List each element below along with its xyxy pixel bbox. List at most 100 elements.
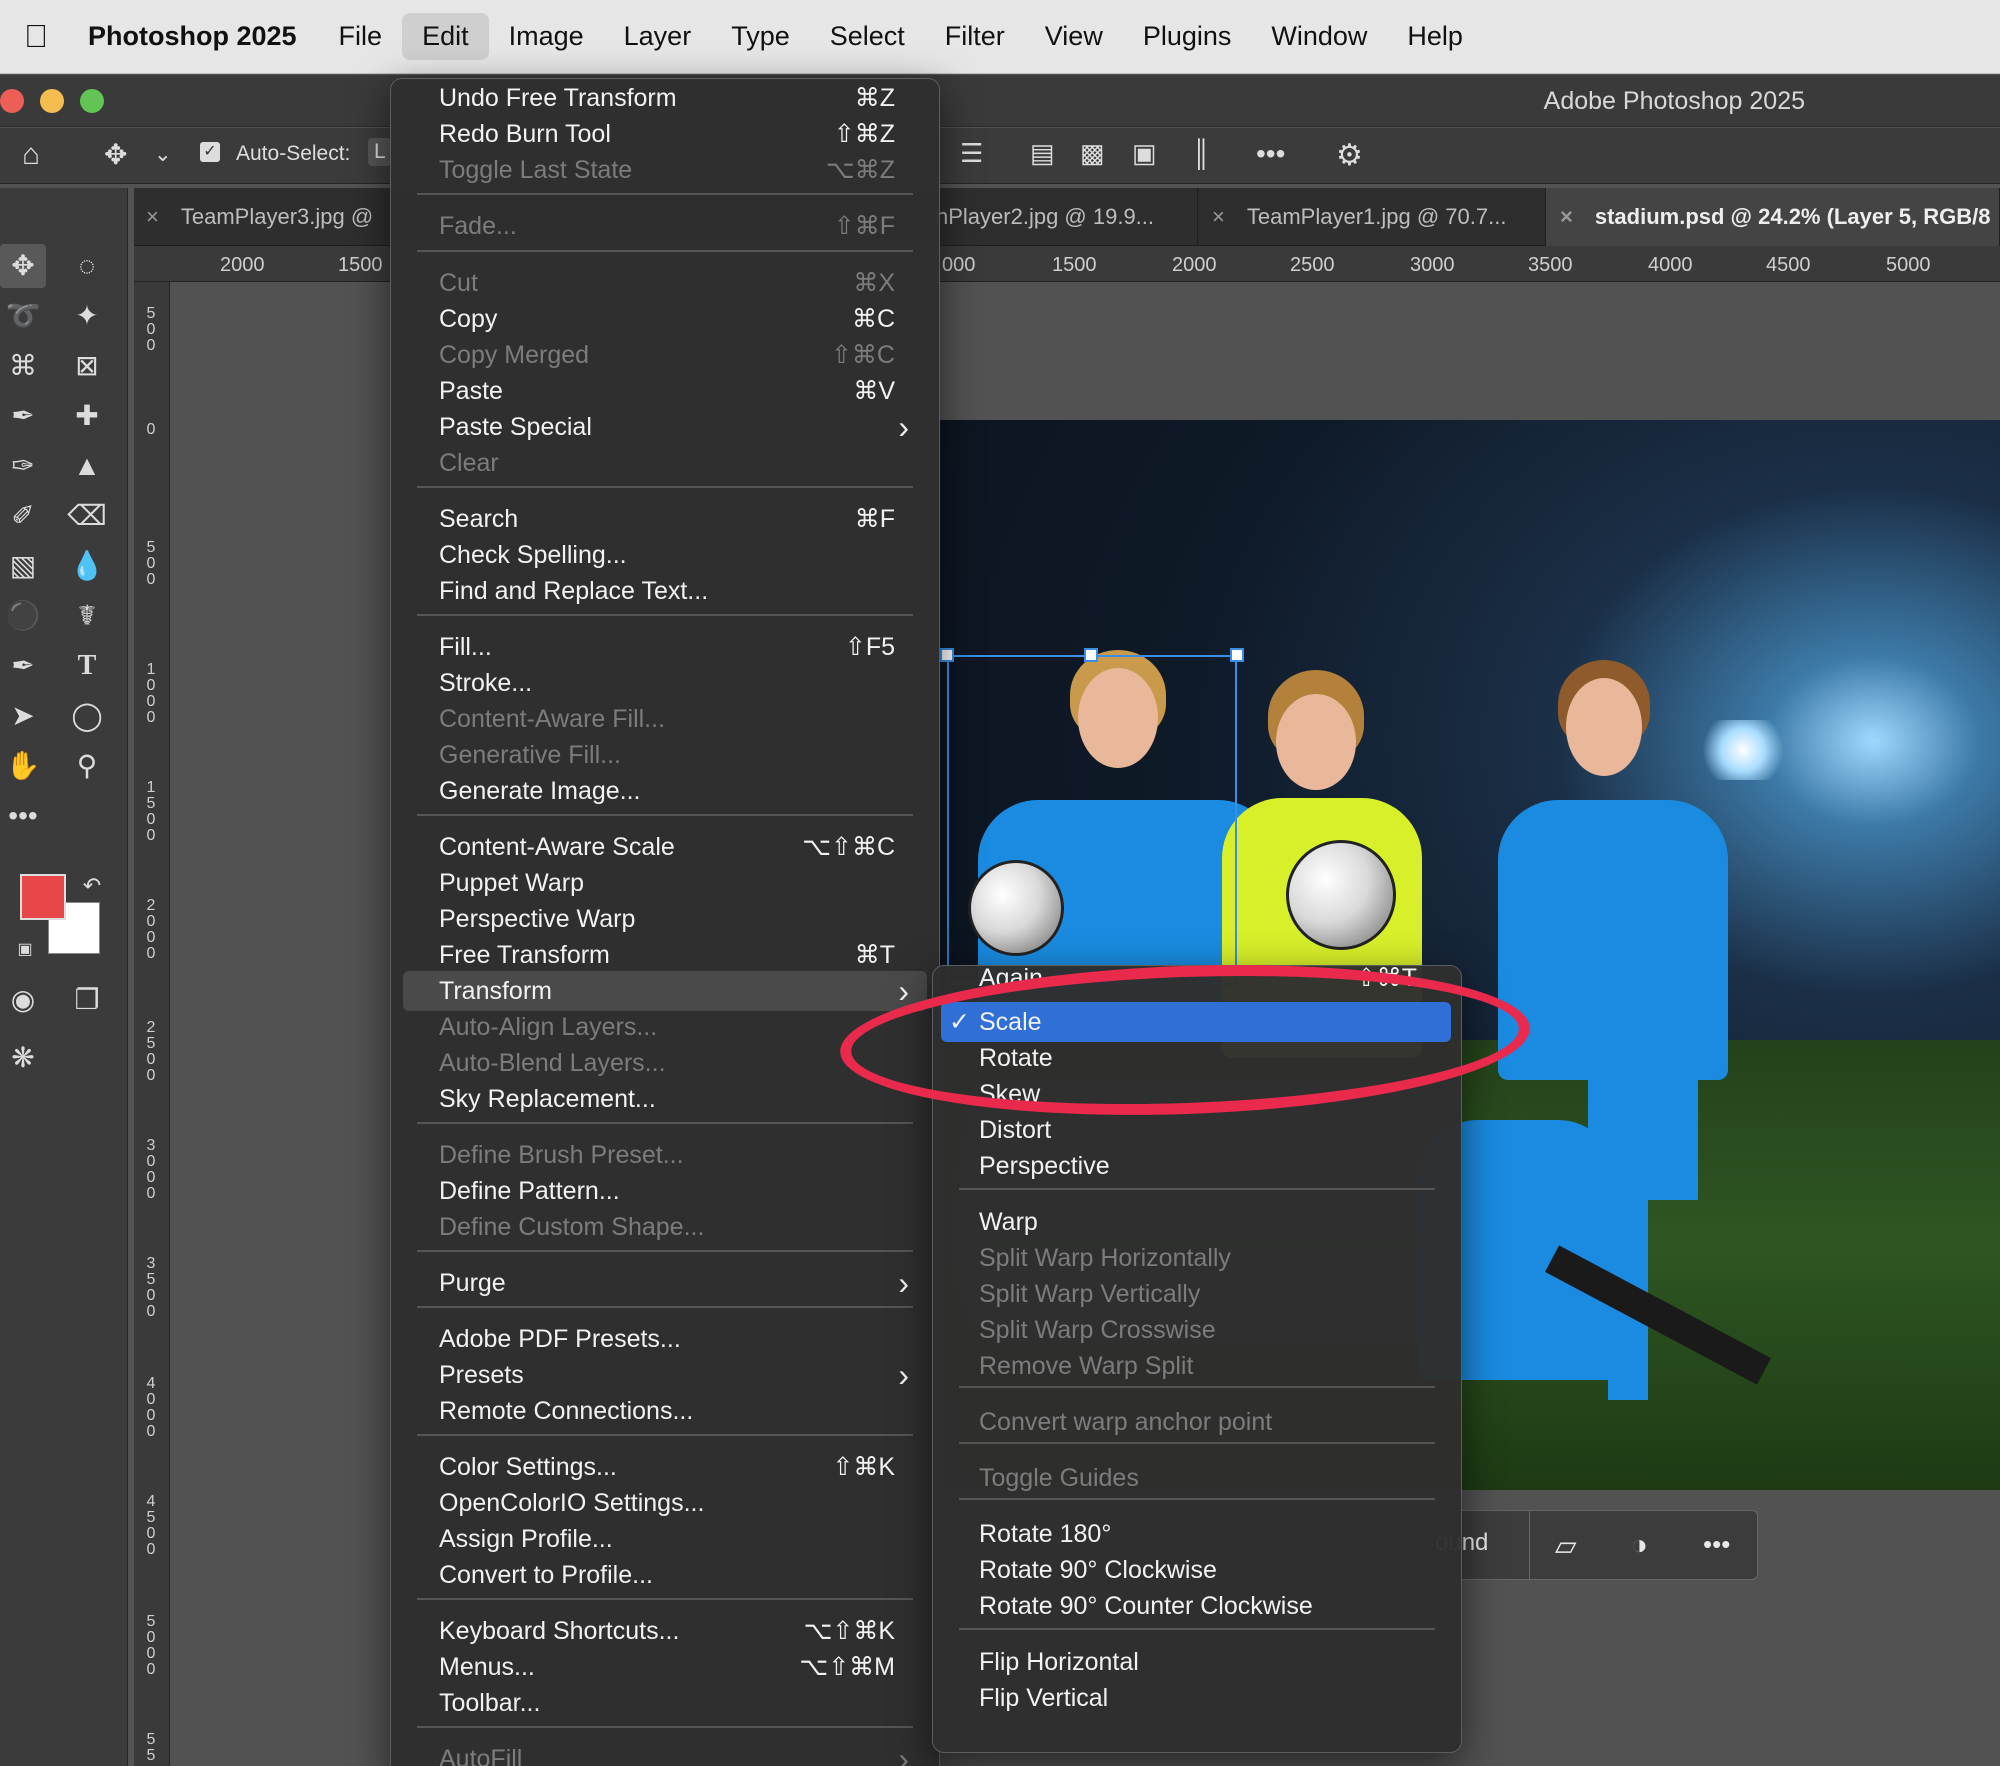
- transform-handle[interactable]: [1230, 648, 1244, 662]
- close-icon[interactable]: ×: [1560, 204, 1573, 229]
- marquee-tool-icon[interactable]: ◌: [64, 244, 110, 288]
- pen-tool-icon[interactable]: ✒: [0, 644, 46, 688]
- align-vcenter-icon[interactable]: ▩: [1080, 138, 1105, 169]
- auto-select-checkbox[interactable]: ✓: [200, 142, 220, 162]
- tab-teamplayer2[interactable]: nPlayer2.jpg @ 19.9...: [936, 188, 1198, 246]
- menu-item-keyboard-shortcuts[interactable]: Keyboard Shortcuts... ⌥⇧⌘K: [391, 1613, 939, 1649]
- app-menu-photoshop[interactable]: Photoshop 2025: [88, 21, 297, 52]
- menu-item-define-pattern[interactable]: Define Pattern...: [391, 1173, 939, 1209]
- menu-item-presets[interactable]: Presets ›: [391, 1357, 939, 1393]
- default-colors-icon[interactable]: ▣: [8, 928, 42, 972]
- tab-stadium[interactable]: × stadium.psd @ 24.2% (Layer 5, RGB/8: [1546, 188, 2000, 246]
- auto-select-dropdown[interactable]: L: [368, 138, 392, 166]
- menu-item-paste[interactable]: Paste ⌘V: [391, 373, 939, 409]
- menu-image[interactable]: Image: [489, 13, 604, 60]
- tab-teamplayer3[interactable]: × TeamPlayer3.jpg @: [134, 188, 394, 246]
- menu-item-generate-image[interactable]: Generate Image...: [391, 773, 939, 809]
- menu-help[interactable]: Help: [1387, 13, 1483, 60]
- frame-tool-icon[interactable]: ⊠: [64, 344, 110, 388]
- menu-item-fill[interactable]: Fill... ⇧F5: [391, 629, 939, 665]
- hand-tool-icon[interactable]: ✋: [0, 744, 46, 788]
- type-tool-icon[interactable]: T: [64, 644, 110, 688]
- quick-mask-icon[interactable]: ◉: [0, 978, 46, 1022]
- transform-bounding-box[interactable]: [947, 655, 1237, 985]
- menu-item-find-and-replace-text[interactable]: Find and Replace Text...: [391, 573, 939, 609]
- menu-item-sky-replacement[interactable]: Sky Replacement...: [391, 1081, 939, 1117]
- submenu-item-rotate-180[interactable]: Rotate 180°: [933, 1516, 1461, 1552]
- menu-item-menus[interactable]: Menus... ⌥⇧⌘M: [391, 1649, 939, 1685]
- zoom-tool-icon[interactable]: ⚲: [64, 744, 110, 788]
- menu-item-opencolorio-settings[interactable]: OpenColorIO Settings...: [391, 1485, 939, 1521]
- adjustment-icon[interactable]: ◑: [1631, 1529, 1648, 1561]
- distribute-icon[interactable]: ║: [1192, 138, 1210, 169]
- menu-type[interactable]: Type: [711, 13, 810, 60]
- menu-item-transform[interactable]: Transform ›: [391, 973, 939, 1009]
- menu-item-remote-connections[interactable]: Remote Connections...: [391, 1393, 939, 1429]
- submenu-item-warp[interactable]: Warp: [933, 1204, 1461, 1240]
- menu-item-color-settings[interactable]: Color Settings... ⇧⌘K: [391, 1449, 939, 1485]
- submenu-item-rotate-90-clockwise[interactable]: Rotate 90° Clockwise: [933, 1552, 1461, 1588]
- menu-item-copy[interactable]: Copy ⌘C: [391, 301, 939, 337]
- menu-item-stroke[interactable]: Stroke...: [391, 665, 939, 701]
- menu-item-check-spelling[interactable]: Check Spelling...: [391, 537, 939, 573]
- gear-icon[interactable]: ⚙: [1336, 138, 1363, 173]
- align-top-icon[interactable]: ▤: [1030, 138, 1055, 169]
- swap-colors-icon[interactable]: ↶: [72, 864, 112, 908]
- more-tools-icon[interactable]: •••: [0, 794, 46, 838]
- blur-tool-icon[interactable]: 💧: [64, 544, 110, 588]
- menu-item-search[interactable]: Search ⌘F: [391, 501, 939, 537]
- menu-window[interactable]: Window: [1251, 13, 1387, 60]
- submenu-item-distort[interactable]: Distort: [933, 1112, 1461, 1148]
- generative-icon[interactable]: ❋: [0, 1036, 46, 1080]
- transform-handle[interactable]: [1084, 648, 1098, 662]
- screen-mode-icon[interactable]: ❐: [64, 978, 110, 1022]
- menu-item-convert-to-profile[interactable]: Convert to Profile...: [391, 1557, 939, 1593]
- magic-wand-icon[interactable]: ✦: [64, 294, 110, 338]
- menu-item-puppet-warp[interactable]: Puppet Warp: [391, 865, 939, 901]
- align-center-icon[interactable]: ☰: [960, 138, 983, 169]
- tab-teamplayer1[interactable]: × TeamPlayer1.jpg @ 70.7...: [1198, 188, 1546, 246]
- move-tool-icon[interactable]: ✥: [104, 138, 127, 171]
- menu-item-redo-burn-tool[interactable]: Redo Burn Tool ⇧⌘Z: [391, 116, 939, 152]
- vertical-ruler[interactable]: 500 0 500 1000 1500 2000 2500 3000 3500 …: [134, 282, 170, 1766]
- menu-item-purge[interactable]: Purge ›: [391, 1265, 939, 1301]
- menu-layer[interactable]: Layer: [604, 13, 712, 60]
- menu-item-assign-profile[interactable]: Assign Profile...: [391, 1521, 939, 1557]
- menu-view[interactable]: View: [1025, 13, 1123, 60]
- menu-plugins[interactable]: Plugins: [1123, 13, 1252, 60]
- menu-file[interactable]: File: [319, 13, 403, 60]
- menu-item-free-transform[interactable]: Free Transform ⌘T: [391, 937, 939, 973]
- dodge-tool-icon[interactable]: ⚫: [0, 594, 46, 638]
- chevron-down-icon[interactable]: ⌄: [154, 142, 172, 167]
- history-brush-icon[interactable]: ✐: [0, 494, 46, 538]
- submenu-item-perspective[interactable]: Perspective: [933, 1148, 1461, 1184]
- transform-handle[interactable]: [940, 648, 954, 662]
- foreground-color-swatch[interactable]: [20, 874, 66, 920]
- stamp-tool-icon[interactable]: ▲: [64, 444, 110, 488]
- apple-icon[interactable]: : [0, 18, 72, 55]
- close-icon[interactable]: ×: [146, 204, 159, 229]
- align-bottom-icon[interactable]: ▣: [1132, 138, 1157, 169]
- menu-item-undo-free-transform[interactable]: Undo Free Transform ⌘Z: [391, 80, 939, 116]
- close-icon[interactable]: ×: [1212, 204, 1225, 229]
- menu-item-toolbar[interactable]: Toolbar...: [391, 1685, 939, 1721]
- zoom-window-button[interactable]: [80, 89, 104, 113]
- submenu-item-flip-horizontal[interactable]: Flip Horizontal: [933, 1644, 1461, 1680]
- brush-tool-icon[interactable]: ✑: [0, 444, 46, 488]
- submenu-item-rotate-90-counter-clockwise[interactable]: Rotate 90° Counter Clockwise: [933, 1588, 1461, 1624]
- minimize-window-button[interactable]: [40, 89, 64, 113]
- menu-item-content-aware-scale[interactable]: Content-Aware Scale ⌥⇧⌘C: [391, 829, 939, 865]
- eyedropper-icon[interactable]: ✒: [0, 394, 46, 438]
- lasso-tool-icon[interactable]: ➰: [0, 294, 46, 338]
- menu-item-adobe-pdf-presets[interactable]: Adobe PDF Presets...: [391, 1321, 939, 1357]
- menu-item-perspective-warp[interactable]: Perspective Warp: [391, 901, 939, 937]
- more-options-icon[interactable]: •••: [1703, 1529, 1730, 1560]
- move-tool-icon[interactable]: ✥: [0, 244, 46, 288]
- menu-item-paste-special[interactable]: Paste Special ›: [391, 409, 939, 445]
- eraser-icon[interactable]: ⌫: [64, 494, 110, 538]
- more-options-icon[interactable]: •••: [1256, 138, 1285, 170]
- path-select-icon[interactable]: ➤: [0, 694, 46, 738]
- gradient-tool-icon[interactable]: ▧: [0, 544, 46, 588]
- healing-brush-icon[interactable]: ✚: [64, 394, 110, 438]
- close-window-button[interactable]: [0, 89, 24, 113]
